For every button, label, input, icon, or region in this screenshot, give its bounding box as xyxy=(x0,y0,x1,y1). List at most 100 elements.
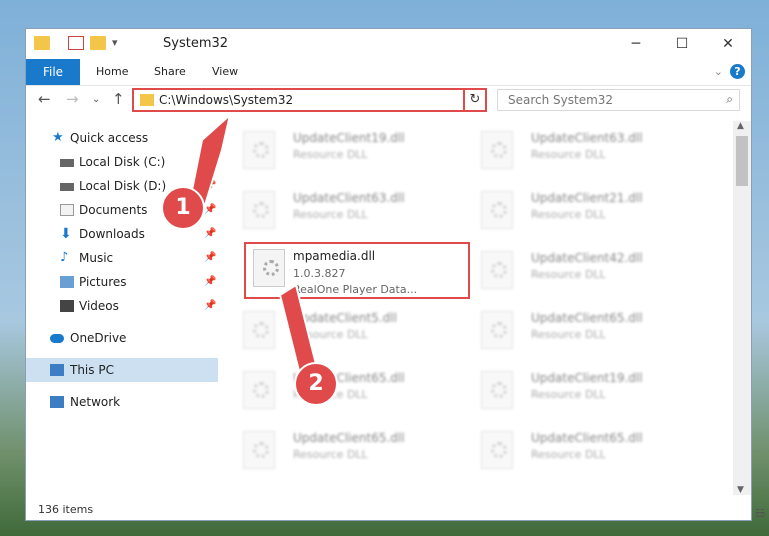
search-box[interactable]: ⌕ xyxy=(497,89,740,111)
sidebar-item-network[interactable]: Network xyxy=(26,390,218,414)
sidebar-item-pictures[interactable]: Pictures 📌 xyxy=(26,270,218,294)
forward-button[interactable]: → xyxy=(66,90,79,108)
close-button[interactable]: ✕ xyxy=(705,29,751,59)
file-name: UpdateClient19.dll xyxy=(531,371,643,385)
help-icon[interactable]: ? xyxy=(730,64,745,79)
back-button[interactable]: ← xyxy=(38,90,51,108)
search-input[interactable] xyxy=(506,92,710,108)
sidebar-item-label: Documents xyxy=(79,203,148,217)
pin-icon: 📌 xyxy=(204,252,217,263)
file-list: UpdateClient19.dll Resource DLL UpdateCl… xyxy=(241,121,734,493)
scroll-thumb[interactable] xyxy=(736,136,748,186)
file-tile[interactable]: UpdateClient65.dll Resource DLL xyxy=(479,427,704,475)
download-icon: ⬇ xyxy=(60,226,72,242)
gear-icon xyxy=(253,202,269,218)
dll-file-icon xyxy=(243,371,275,409)
folder-icon xyxy=(34,36,50,50)
callout-badge-1: 1 xyxy=(161,186,205,230)
file-tile[interactable]: UpdateClient65.dll Resource DLL xyxy=(479,307,704,355)
file-name: UpdateClient63.dll xyxy=(531,131,643,145)
tab-share[interactable]: Share xyxy=(154,59,186,85)
properties-icon[interactable] xyxy=(68,36,84,50)
sidebar-item-label: Pictures xyxy=(79,275,127,289)
up-button[interactable]: ↑ xyxy=(112,90,125,108)
file-description: Resource DLL xyxy=(293,448,368,461)
sidebar-item-onedrive[interactable]: OneDrive xyxy=(26,326,218,350)
file-tile[interactable]: UpdateClient21.dll Resource DLL xyxy=(479,187,704,235)
refresh-button[interactable]: ↻ xyxy=(463,88,487,112)
file-tile[interactable]: UpdateClient63.dll Resource DLL xyxy=(479,127,704,175)
search-icon: ⌕ xyxy=(726,92,733,106)
scroll-up-icon[interactable]: ▲ xyxy=(737,121,744,131)
music-icon: ♪ xyxy=(60,250,69,265)
file-name: UpdateClient19.dll xyxy=(293,131,405,145)
cloud-icon xyxy=(50,334,64,343)
item-count: 136 items xyxy=(38,503,94,516)
videos-icon xyxy=(60,300,74,312)
pin-icon: 📌 xyxy=(204,156,217,167)
vertical-scrollbar[interactable]: ▲ ▼ xyxy=(733,121,751,495)
file-tile[interactable]: UpdateClient42.dll Resource DLL xyxy=(479,247,704,295)
file-tile[interactable]: UpdateClient19.dll Resource DLL xyxy=(479,367,704,415)
recent-locations-icon[interactable]: ⌄ xyxy=(92,94,100,105)
drive-icon xyxy=(60,159,74,167)
navigation-pane: ★ Quick access Local Disk (C:) 📌 Local D… xyxy=(26,121,218,491)
sidebar-item-label: Network xyxy=(70,395,121,409)
explorer-window: ▾ System32 ─ ☐ ✕ File Home Share View ⌄ … xyxy=(25,28,765,521)
dll-file-icon xyxy=(481,191,513,229)
dll-file-icon xyxy=(243,311,275,349)
minimize-button[interactable]: ─ xyxy=(613,29,659,59)
file-description: Resource DLL xyxy=(531,148,606,161)
file-tile[interactable]: UpdateClient65.dll Resource DLL xyxy=(241,367,466,415)
gear-icon xyxy=(491,142,507,158)
expand-ribbon-icon[interactable]: ⌄ xyxy=(714,59,723,85)
file-name: UpdateClient65.dll xyxy=(531,311,643,325)
file-description: Resource DLL xyxy=(531,388,606,401)
customize-toolbar-icon[interactable]: ▾ xyxy=(112,36,128,50)
folder-icon xyxy=(140,94,154,106)
scroll-down-icon[interactable]: ▼ xyxy=(737,485,744,495)
file-description: Resource DLL xyxy=(531,448,606,461)
sidebar-item-videos[interactable]: Videos 📌 xyxy=(26,294,218,318)
dll-file-icon xyxy=(243,431,275,469)
status-bar: 136 items ☷ ▭ xyxy=(26,499,765,521)
tab-home[interactable]: Home xyxy=(96,59,128,85)
file-name: UpdateClient65.dll xyxy=(293,431,405,445)
sidebar-item-this-pc[interactable]: This PC xyxy=(26,358,218,382)
callout-badge-2: 2 xyxy=(294,362,338,406)
dll-file-icon xyxy=(481,311,513,349)
file-tile[interactable]: UpdateClient19.dll Resource DLL xyxy=(241,127,466,175)
dll-file-icon xyxy=(481,431,513,469)
file-description: Resource DLL xyxy=(531,268,606,281)
maximize-button[interactable]: ☐ xyxy=(659,29,705,59)
pin-icon: 📌 xyxy=(204,228,217,239)
address-bar[interactable]: C:\Windows\System32 ⌄ xyxy=(132,88,485,112)
pin-icon: 📌 xyxy=(204,180,217,191)
gear-icon xyxy=(491,202,507,218)
tab-view[interactable]: View xyxy=(212,59,238,85)
network-icon xyxy=(50,396,64,408)
new-folder-icon[interactable] xyxy=(90,36,106,50)
dll-file-icon xyxy=(481,371,513,409)
tab-file[interactable]: File xyxy=(26,59,80,85)
file-tile[interactable]: UpdateClient63.dll Resource DLL xyxy=(241,187,466,235)
file-description: Resource DLL xyxy=(293,208,368,221)
document-icon xyxy=(60,204,74,216)
file-tile[interactable]: UpdateClient65.dll Resource DLL xyxy=(241,427,466,475)
file-tile[interactable]: UpdateClient5.dll Resource DLL xyxy=(241,307,466,355)
tiles-view-icon[interactable]: ▭ xyxy=(755,507,765,520)
gear-icon xyxy=(491,382,507,398)
sidebar-item-label: Local Disk (D:) xyxy=(79,179,167,193)
gear-icon xyxy=(253,142,269,158)
pictures-icon xyxy=(60,276,74,288)
sidebar-item-quick-access[interactable]: ★ Quick access xyxy=(26,126,218,150)
sidebar-item-label: Videos xyxy=(79,299,119,313)
sidebar-item-local-disk-c[interactable]: Local Disk (C:) 📌 xyxy=(26,150,218,174)
sidebar-item-music[interactable]: ♪ Music 📌 xyxy=(26,246,218,270)
highlight-box xyxy=(244,242,470,299)
gear-icon xyxy=(253,442,269,458)
drive-icon xyxy=(60,183,74,191)
window-title: System32 xyxy=(163,36,229,51)
gear-icon xyxy=(491,442,507,458)
sidebar-item-label: Quick access xyxy=(70,131,149,145)
